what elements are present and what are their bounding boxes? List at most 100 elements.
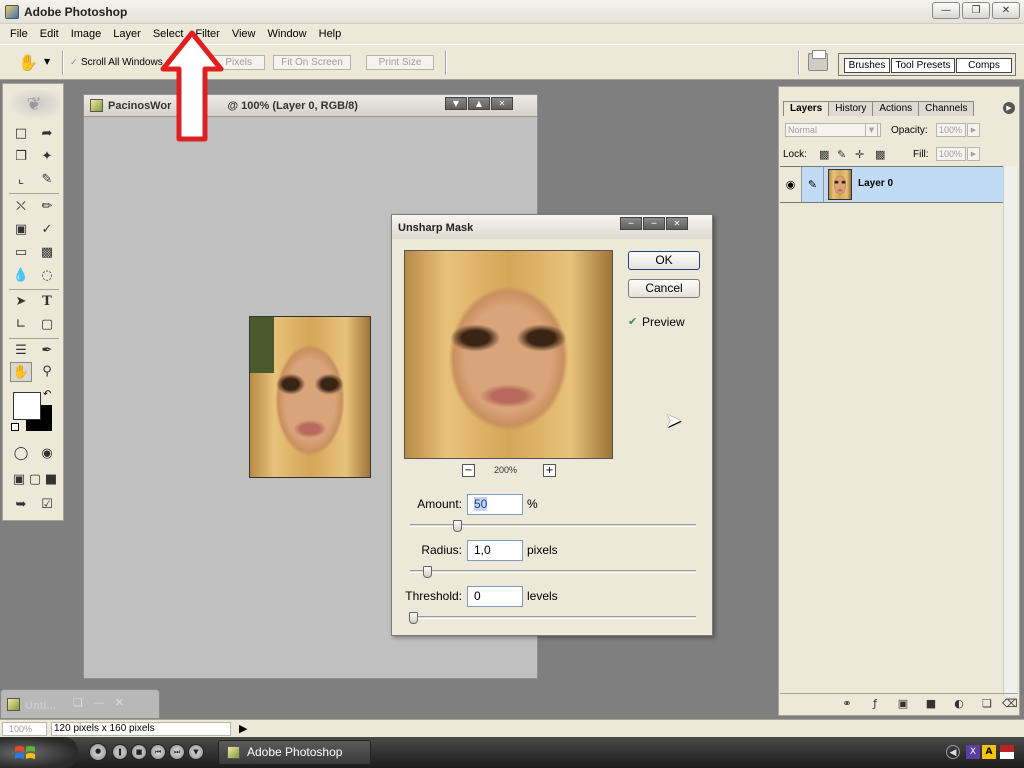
- notes-tool-icon[interactable]: ☰: [10, 341, 32, 361]
- canvas-image[interactable]: [249, 316, 371, 478]
- panel-menu-arrow-icon[interactable]: ▶: [1003, 102, 1015, 114]
- menu-file[interactable]: File: [4, 28, 34, 40]
- healing-brush-tool-icon[interactable]: ⛌: [10, 197, 32, 217]
- tab-actions[interactable]: Actions: [872, 101, 920, 116]
- dodge-tool-icon[interactable]: ◌: [36, 266, 58, 286]
- link-layers-icon[interactable]: ⚭: [840, 697, 854, 711]
- minimize-button[interactable]: —: [932, 2, 960, 19]
- media-menu-icon[interactable]: ▼: [188, 744, 204, 760]
- eye-icon[interactable]: ◉: [780, 167, 802, 202]
- fill-field[interactable]: 100%: [936, 147, 966, 161]
- type-tool-icon[interactable]: T: [36, 292, 58, 312]
- scroll-all-checkbox[interactable]: ✓: [70, 58, 79, 67]
- feather-logo-icon[interactable]: ❦: [7, 90, 61, 120]
- brush-tool-icon[interactable]: ✏: [36, 197, 58, 217]
- tab-history[interactable]: History: [828, 101, 874, 116]
- lock-image-icon[interactable]: ✎: [837, 148, 846, 161]
- tab-channels[interactable]: Channels: [918, 101, 975, 116]
- media-pause-icon[interactable]: ❚: [112, 744, 128, 760]
- opacity-arrow-icon[interactable]: ▶: [967, 123, 980, 137]
- menu-edit[interactable]: Edit: [34, 28, 65, 40]
- zoom-tool-icon[interactable]: ⚲: [36, 362, 58, 382]
- eraser-tool-icon[interactable]: ▭: [10, 243, 32, 263]
- lock-transparency-icon[interactable]: ▩: [819, 148, 829, 161]
- default-colors-icon[interactable]: [11, 423, 19, 431]
- radius-slider-track[interactable]: [410, 570, 696, 573]
- document-titlebar[interactable]: PacinosWor @ 100% (Layer 0, RGB/8) ▼ ▲ ✕: [84, 95, 537, 117]
- tab-layers[interactable]: Layers: [783, 101, 830, 116]
- magic-wand-tool-icon[interactable]: ✦: [36, 147, 58, 167]
- menu-layer[interactable]: Layer: [107, 28, 147, 40]
- minimized-document-controls[interactable]: ❏ — ✕: [73, 696, 124, 709]
- crop-tool-icon[interactable]: ⌞: [10, 170, 32, 190]
- zoom-out-button[interactable]: −: [462, 464, 475, 477]
- blur-tool-icon[interactable]: 💧: [10, 266, 32, 286]
- add-mask-icon[interactable]: ▣: [896, 697, 910, 711]
- cancel-button[interactable]: Cancel: [628, 279, 700, 298]
- trash-icon[interactable]: ⌫: [1002, 697, 1018, 711]
- path-selection-tool-icon[interactable]: ➤: [10, 292, 32, 312]
- move-tool-icon[interactable]: ➦: [36, 124, 58, 144]
- layers-scrollbar[interactable]: [1003, 166, 1017, 696]
- lock-position-icon[interactable]: ✛: [855, 148, 864, 161]
- screen-mode-full-icon[interactable]: ■: [40, 470, 62, 490]
- opacity-field[interactable]: 100%: [936, 123, 966, 137]
- well-tab-brushes[interactable]: Brushes: [844, 58, 890, 73]
- media-next-icon[interactable]: ⏭: [169, 744, 185, 760]
- chevron-down-icon[interactable]: ▼: [865, 123, 878, 137]
- show-hidden-icons-icon[interactable]: ◀: [946, 745, 960, 759]
- new-layer-icon[interactable]: ❏: [980, 697, 994, 711]
- threshold-field[interactable]: 0: [467, 586, 523, 607]
- language-flag-icon[interactable]: [1000, 745, 1014, 759]
- preview-checkbox[interactable]: ✔: [628, 315, 637, 328]
- hand-tool-preset-icon[interactable]: ✋: [18, 53, 38, 72]
- shape-tool-icon[interactable]: ▢: [36, 315, 58, 335]
- adjustment-layer-icon[interactable]: ◐: [952, 697, 966, 711]
- document-close-button[interactable]: ✕: [491, 97, 513, 110]
- radius-slider-thumb[interactable]: [423, 566, 433, 578]
- amount-slider-thumb[interactable]: [453, 520, 463, 532]
- document-minimize-button[interactable]: ▼: [445, 97, 467, 110]
- menu-help[interactable]: Help: [313, 28, 348, 40]
- new-group-icon[interactable]: ■: [924, 697, 938, 711]
- eyedropper-tool-icon[interactable]: ✒: [36, 341, 58, 361]
- status-zoom-field[interactable]: 100%: [2, 722, 47, 736]
- close-button[interactable]: ✕: [992, 2, 1020, 19]
- fill-arrow-icon[interactable]: ▶: [967, 147, 980, 161]
- xp-tray-icon[interactable]: X: [966, 745, 980, 759]
- threshold-slider-track[interactable]: [410, 616, 696, 619]
- clone-stamp-tool-icon[interactable]: ▣: [10, 220, 32, 240]
- standard-mode-icon[interactable]: ◯: [10, 444, 32, 464]
- zoom-in-button[interactable]: +: [543, 464, 556, 477]
- slice-tool-icon[interactable]: ✎: [36, 170, 58, 190]
- radius-field[interactable]: 1,0: [467, 540, 523, 561]
- print-size-button[interactable]: Print Size: [366, 55, 434, 70]
- taskbar-photoshop-button[interactable]: Adobe Photoshop: [218, 740, 371, 765]
- ok-button[interactable]: OK: [628, 251, 700, 270]
- filter-preview-pane[interactable]: [404, 250, 613, 459]
- well-tab-tool-presets[interactable]: Tool Presets: [891, 58, 955, 73]
- media-record-icon[interactable]: ●: [89, 743, 107, 761]
- dialog-titlebar[interactable]: Unsharp Mask ─ ─ ✕: [392, 215, 712, 239]
- document-maximize-button[interactable]: ▲: [468, 97, 490, 110]
- gradient-tool-icon[interactable]: ▩: [36, 243, 58, 263]
- fit-on-screen-button[interactable]: Fit On Screen: [273, 55, 351, 70]
- media-stop-icon[interactable]: ■: [131, 744, 147, 760]
- hand-tool-icon[interactable]: ✋: [10, 362, 32, 382]
- printer-icon[interactable]: [808, 50, 828, 71]
- media-previous-icon[interactable]: ⏮: [150, 744, 166, 760]
- menu-image[interactable]: Image: [65, 28, 108, 40]
- amount-field[interactable]: 50: [467, 494, 523, 515]
- threshold-slider-thumb[interactable]: [409, 612, 418, 624]
- dialog-minimize-button[interactable]: ─: [620, 217, 642, 230]
- well-tab-comps[interactable]: Comps: [956, 58, 1012, 73]
- dialog-close-button[interactable]: ✕: [666, 217, 688, 230]
- chevron-down-icon[interactable]: ▼: [44, 57, 50, 66]
- jump-to-imageready-icon[interactable]: ➥: [10, 495, 32, 515]
- quick-mask-mode-icon[interactable]: ◉: [36, 444, 58, 464]
- ati-tray-icon[interactable]: A: [982, 745, 996, 759]
- start-button[interactable]: [0, 737, 78, 768]
- jump-to-icon[interactable]: ☑: [36, 495, 58, 515]
- history-brush-tool-icon[interactable]: ✓: [36, 220, 58, 240]
- maximize-button[interactable]: ❐: [962, 2, 990, 19]
